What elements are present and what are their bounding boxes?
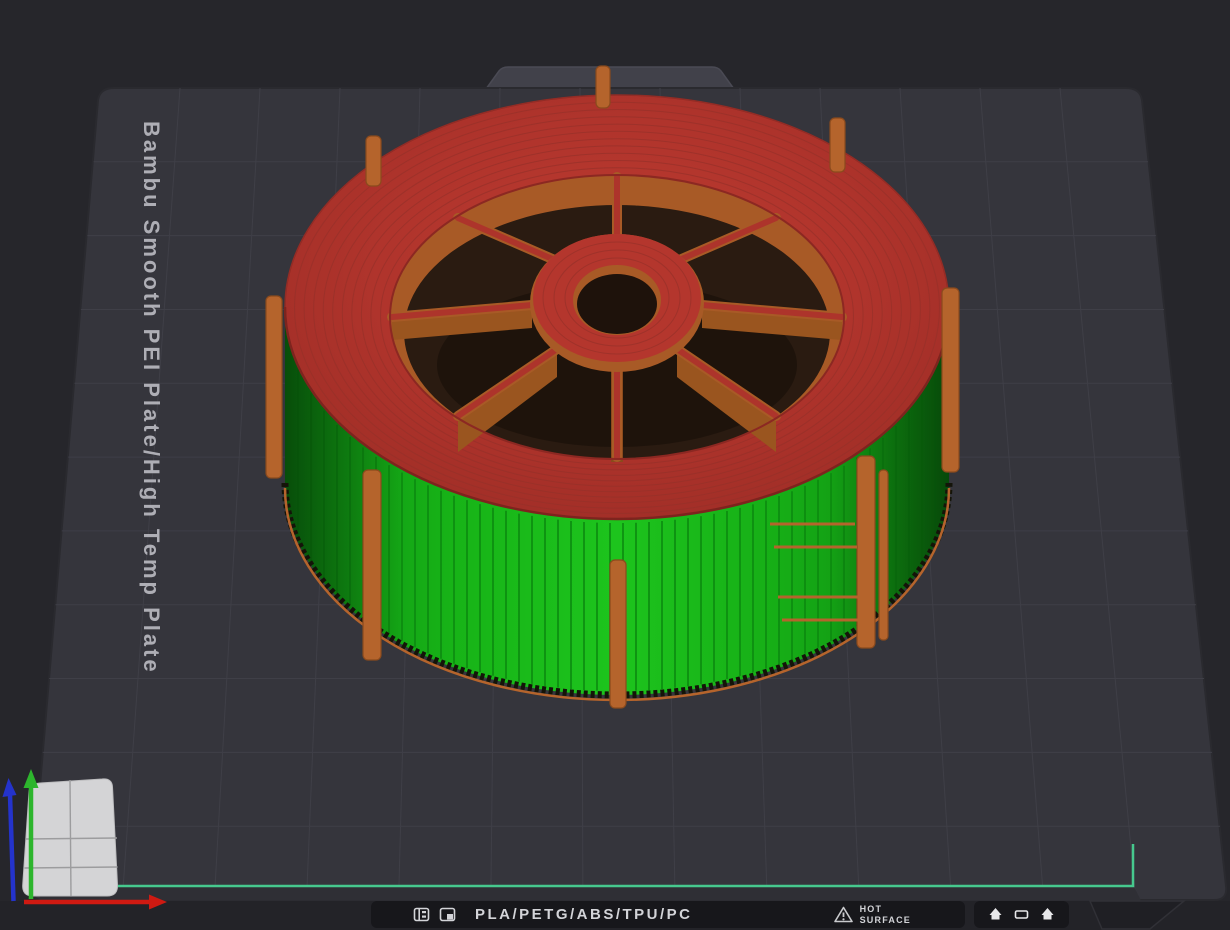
hot-surface-warning: HOT SURFACE bbox=[833, 904, 911, 925]
materials-label: PLA/PETG/ABS/TPU/PC bbox=[475, 906, 693, 923]
model-center-hub bbox=[530, 234, 704, 372]
plate-3d-scene[interactable] bbox=[0, 0, 1230, 930]
warning-line-1: HOT bbox=[859, 904, 883, 915]
slicer-3d-viewport[interactable]: Bambu Smooth PEI Plate/High Temp Plate P… bbox=[0, 0, 1230, 930]
model-center-hole bbox=[577, 274, 657, 334]
plate-info-bar: PLA/PETG/ABS/TPU/PC HOT SURFACE bbox=[371, 901, 965, 928]
plate-outline-icon bbox=[1014, 910, 1029, 919]
plate-front-bevel bbox=[38, 887, 1141, 901]
plate-type-icon bbox=[413, 907, 430, 922]
plate-texture-icon bbox=[439, 907, 456, 922]
model-interior bbox=[387, 172, 847, 462]
model-cylinder[interactable] bbox=[265, 65, 960, 709]
clip-up-icon bbox=[989, 908, 1002, 920]
clip-up-icon bbox=[1041, 908, 1054, 920]
hot-surface-warning-icon bbox=[833, 906, 853, 923]
warning-line-2: SURFACE bbox=[859, 914, 911, 925]
plate-clips-bar bbox=[974, 901, 1069, 928]
